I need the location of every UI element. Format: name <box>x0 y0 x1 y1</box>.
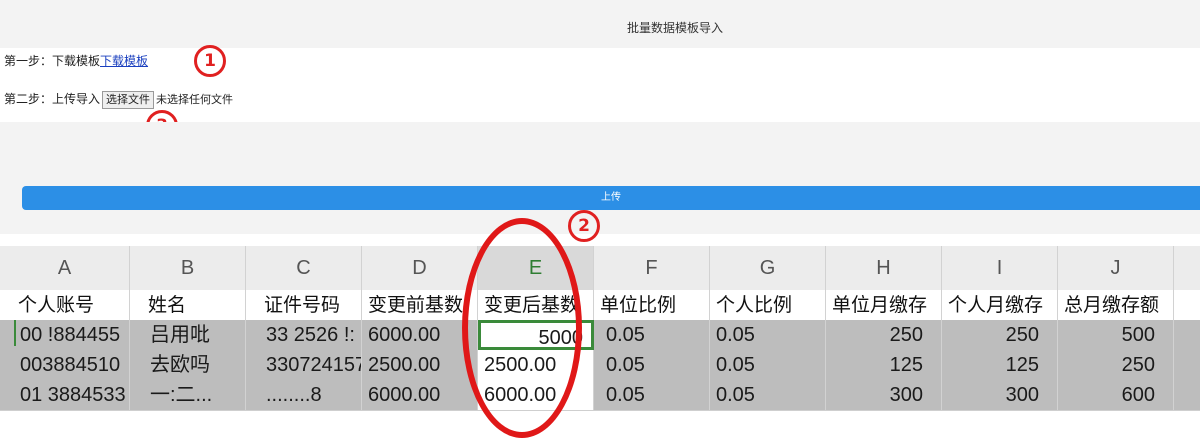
cell-unit-monthly[interactable]: 250 <box>826 320 942 350</box>
spreadsheet: A B C D E F G H I J 个人账号 姓名 证件号码 变更前基数 变… <box>0 246 1200 442</box>
column-header-row: A B C D E F G H I J <box>0 246 1200 291</box>
cell-name[interactable]: 去欧吗 <box>130 350 246 380</box>
cell-name[interactable]: 吕用吡 <box>130 320 246 350</box>
cell-personal-monthly[interactable]: 125 <box>942 350 1058 380</box>
header-cell[interactable]: 个人账号 <box>0 290 130 320</box>
column-header-c[interactable]: C <box>246 246 362 290</box>
column-header-h[interactable]: H <box>826 246 942 290</box>
cell-account[interactable]: 00 !884455 <box>0 320 130 350</box>
highlight-ellipse <box>462 218 582 438</box>
header-cell[interactable]: 总月缴存额 <box>1058 290 1174 320</box>
cell-base-before[interactable]: 6000.00 <box>362 320 478 350</box>
cell-total-monthly[interactable]: 600 <box>1058 380 1174 410</box>
column-header-b[interactable]: B <box>130 246 246 290</box>
column-header-f[interactable]: F <box>594 246 710 290</box>
cell-base-before[interactable]: 6000.00 <box>362 380 478 410</box>
header-cell[interactable]: 个人月缴存 <box>942 290 1058 320</box>
cell-total-monthly[interactable]: 250 <box>1058 350 1174 380</box>
cell-total-monthly[interactable]: 500 <box>1058 320 1174 350</box>
cell-unit-ratio[interactable]: 0.05 <box>594 380 710 410</box>
cell-id-number[interactable]: 3307241572 <box>246 350 362 380</box>
step-one-label: 第一步：下载模板 <box>4 54 101 68</box>
cell-id-number[interactable]: ........8 <box>246 380 362 410</box>
cell-account[interactable]: 003884510 <box>0 350 130 380</box>
cell-personal-monthly[interactable]: 250 <box>942 320 1058 350</box>
header-cell[interactable]: 姓名 <box>130 290 246 320</box>
cell-unit-ratio[interactable]: 0.05 <box>594 350 710 380</box>
column-header-g[interactable]: G <box>710 246 826 290</box>
callout-1: 1 <box>194 45 226 77</box>
header-cell[interactable]: 变更前基数 <box>362 290 478 320</box>
cell-personal-monthly[interactable]: 300 <box>942 380 1058 410</box>
download-template-link[interactable]: 下载模板 <box>100 54 148 68</box>
title-bar: 批量数据模板导入 <box>0 0 1200 48</box>
cell-unit-monthly[interactable]: 125 <box>826 350 942 380</box>
cell-id-number[interactable]: 33 2526 !: 7 <box>246 320 362 350</box>
column-header-a[interactable]: A <box>0 246 130 290</box>
row-indicator <box>14 320 16 346</box>
column-header-d[interactable]: D <box>362 246 478 290</box>
header-cell[interactable]: 证件号码 <box>246 290 362 320</box>
cell-unit-ratio[interactable]: 0.05 <box>594 320 710 350</box>
upload-button[interactable]: 上传 <box>22 186 1200 210</box>
cell-name[interactable]: 一:二... <box>130 380 246 410</box>
choose-file-button[interactable]: 选择文件 <box>102 91 155 109</box>
file-status: 未选择任何文件 <box>156 93 234 106</box>
callout-2: 2 <box>568 210 600 242</box>
page-title: 批量数据模板导入 <box>626 21 723 35</box>
table-row: 00 !884455 吕用吡 33 2526 !: 7 6000.00 500 0… <box>0 320 1200 351</box>
header-cell[interactable]: 单位月缴存 <box>826 290 942 320</box>
step-two: 第二步：上传导入 选择文件 未选择任何文件 <box>4 90 233 109</box>
cell-base-before[interactable]: 2500.00 <box>362 350 478 380</box>
step-one: 第一步：下载模板下载模板 <box>4 52 148 69</box>
header-cell[interactable]: 单位比例 <box>594 290 710 320</box>
cell-personal-ratio[interactable]: 0.05 <box>710 320 826 350</box>
column-header-j[interactable]: J <box>1058 246 1174 290</box>
table-row: 01 3884533 一:二... ........8 6000.00 600 0… <box>0 380 1200 411</box>
header-cell[interactable]: 个人比例 <box>710 290 826 320</box>
table-header-row: 个人账号 姓名 证件号码 变更前基数 变更后基数 单位比例 个人比例 单位月缴存… <box>0 290 1200 320</box>
cell-unit-monthly[interactable]: 300 <box>826 380 942 410</box>
table-row: 003884510 去欧吗 3307241572 2500.00 2500.00… <box>0 350 1200 381</box>
cell-account[interactable]: 01 3884533 <box>0 380 130 410</box>
column-header-i[interactable]: I <box>942 246 1058 290</box>
step-two-label: 第二步：上传导入 <box>4 92 101 106</box>
cell-personal-ratio[interactable]: 0.05 <box>710 350 826 380</box>
upload-panel <box>0 122 1200 234</box>
empty-row <box>0 410 1200 442</box>
cell-personal-ratio[interactable]: 0.05 <box>710 380 826 410</box>
